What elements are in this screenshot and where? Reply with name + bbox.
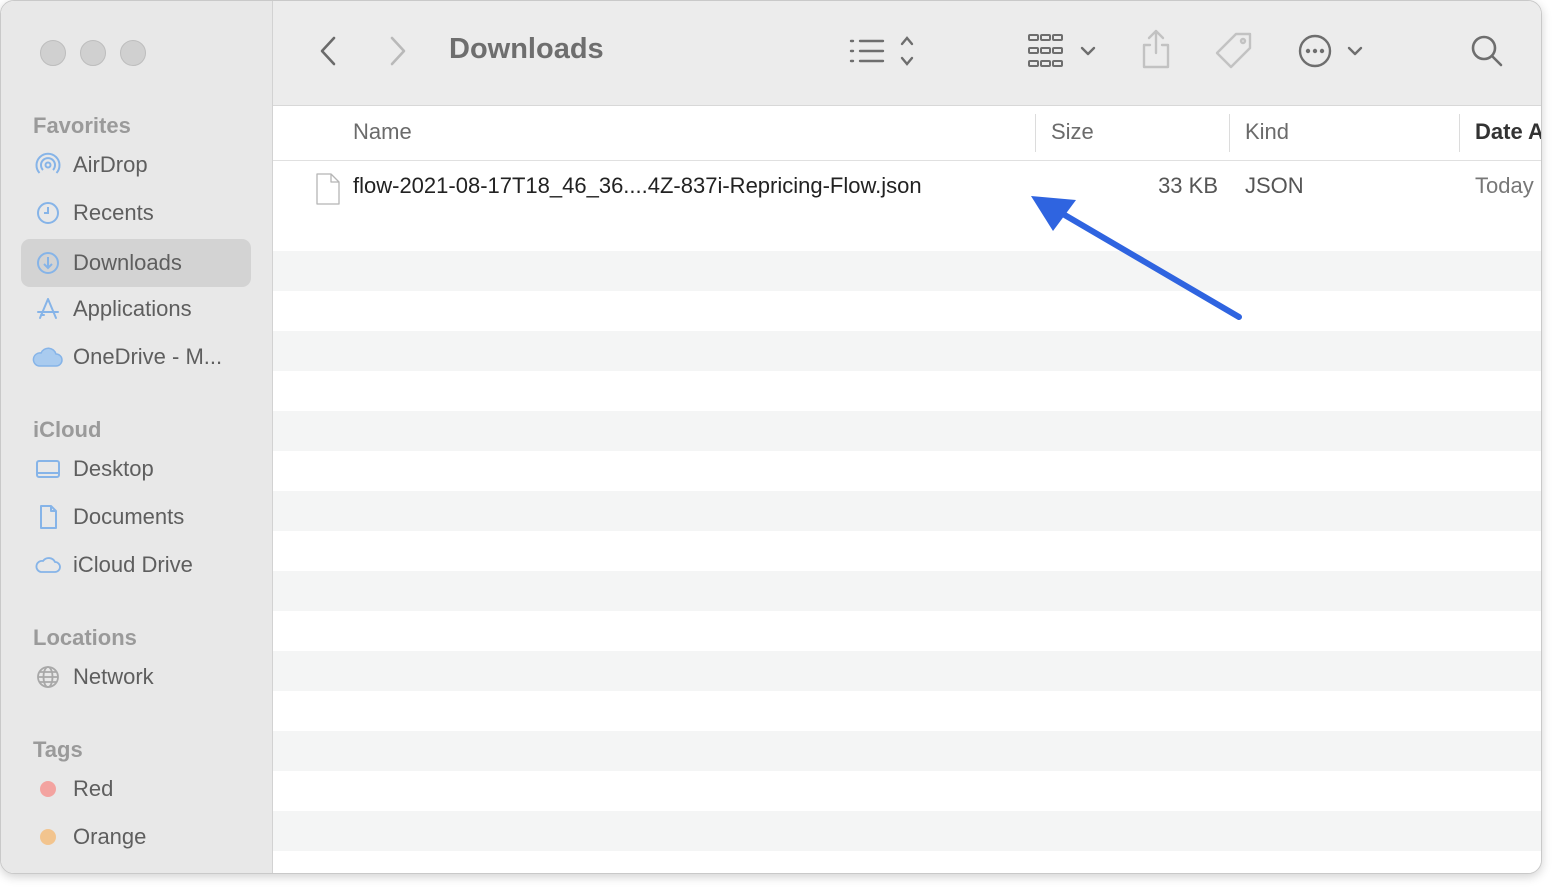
- sidebar-item-documents[interactable]: Documents: [21, 493, 251, 541]
- more-actions-button[interactable]: [1297, 31, 1367, 75]
- orange-tag-dot: [35, 824, 61, 850]
- minimize-window-button[interactable]: [80, 40, 106, 66]
- window-controls: [40, 40, 146, 66]
- desktop-icon: [35, 456, 61, 482]
- sidebar-item-applications[interactable]: Applications: [21, 285, 251, 333]
- column-header-size[interactable]: Size: [1051, 119, 1094, 145]
- cloud-icon: [31, 344, 63, 370]
- list-view-icon: [847, 33, 919, 74]
- column-header: Name Size Kind Date A: [273, 106, 1541, 161]
- sidebar-item-tag-red[interactable]: Red: [21, 765, 251, 813]
- globe-icon: [35, 664, 61, 690]
- sidebar-item-downloads[interactable]: Downloads: [21, 239, 251, 287]
- file-name[interactable]: flow-2021-08-17T18_46_36....4Z-837i-Repr…: [353, 173, 922, 199]
- clock-icon: [35, 200, 61, 226]
- document-icon: [315, 173, 341, 210]
- sidebar-item-label: Network: [73, 664, 154, 689]
- column-header-name[interactable]: Name: [353, 119, 412, 145]
- tag-icon: [1213, 30, 1255, 77]
- sidebar-item-label: iCloud Drive: [73, 552, 193, 577]
- airdrop-icon: [35, 152, 61, 178]
- file-list: Name Size Kind Date A flow-2021-08-17T18…: [273, 106, 1541, 873]
- applications-icon: [35, 296, 61, 322]
- toolbar: Downloads: [273, 1, 1541, 106]
- sidebar-item-label: Downloads: [73, 250, 182, 275]
- sidebar-item-label: Red: [73, 776, 114, 801]
- sidebar-item-tag-orange[interactable]: Orange: [21, 813, 251, 861]
- window-title: Downloads: [449, 33, 604, 65]
- column-divider[interactable]: [1229, 114, 1230, 152]
- group-button[interactable]: [1027, 31, 1101, 75]
- tag-color-dot: [40, 829, 56, 845]
- file-date: Today: [1475, 173, 1534, 198]
- share-icon: [1139, 27, 1173, 76]
- cloud-outline-icon: [35, 552, 61, 578]
- document-icon: [35, 504, 61, 530]
- sidebar-item-label: OneDrive - M...: [73, 344, 223, 369]
- sidebar-item-onedrive[interactable]: OneDrive - M...: [21, 333, 251, 381]
- zoom-window-button[interactable]: [120, 40, 146, 66]
- locations-section-title: Locations: [33, 625, 137, 650]
- row-stripes: [273, 161, 1541, 873]
- column-divider[interactable]: [1035, 114, 1036, 152]
- finder-window: Favorites AirDrop Recents Downloads Appl…: [0, 0, 1542, 874]
- column-header-kind[interactable]: Kind: [1245, 119, 1289, 145]
- favorites-section-title: Favorites: [33, 113, 131, 138]
- ellipsis-circle-icon: [1297, 31, 1367, 76]
- tags-section-title: Tags: [33, 737, 83, 762]
- grid-group-icon: [1027, 31, 1101, 76]
- column-divider[interactable]: [1459, 114, 1460, 152]
- sidebar-item-label: Documents: [73, 504, 185, 529]
- chevron-right-icon: [388, 35, 408, 72]
- view-options-button[interactable]: [847, 33, 919, 73]
- sidebar-item-label: Applications: [73, 296, 192, 321]
- tag-color-dot: [40, 781, 56, 797]
- sidebar-item-desktop[interactable]: Desktop: [21, 445, 251, 493]
- sidebar-item-network[interactable]: Network: [21, 653, 251, 701]
- table-row[interactable]: flow-2021-08-17T18_46_36....4Z-837i-Repr…: [273, 161, 1541, 211]
- file-size: 33 KB: [1158, 173, 1218, 198]
- icloud-section-title: iCloud: [33, 417, 102, 442]
- forward-button[interactable]: [383, 33, 413, 73]
- sidebar-item-label: Recents: [73, 200, 154, 225]
- sidebar-item-airdrop[interactable]: AirDrop: [21, 141, 251, 189]
- sidebar-item-icloud-drive[interactable]: iCloud Drive: [21, 541, 251, 589]
- share-button[interactable]: [1139, 29, 1173, 73]
- column-header-date[interactable]: Date A: [1475, 119, 1541, 145]
- red-tag-dot: [35, 776, 61, 802]
- back-button[interactable]: [313, 33, 343, 73]
- search-button[interactable]: [1469, 33, 1505, 73]
- magnifier-icon: [1469, 33, 1505, 74]
- sidebar-item-label: Desktop: [73, 456, 154, 481]
- sidebar-item-label: Orange: [73, 824, 147, 849]
- sidebar-item-recents[interactable]: Recents: [21, 189, 251, 237]
- chevron-left-icon: [318, 35, 338, 72]
- close-window-button[interactable]: [40, 40, 66, 66]
- file-kind: JSON: [1245, 173, 1304, 198]
- tag-button[interactable]: [1213, 31, 1255, 75]
- sidebar-item-label: AirDrop: [73, 152, 148, 177]
- download-icon: [35, 250, 61, 276]
- sidebar: Favorites AirDrop Recents Downloads Appl…: [1, 1, 273, 873]
